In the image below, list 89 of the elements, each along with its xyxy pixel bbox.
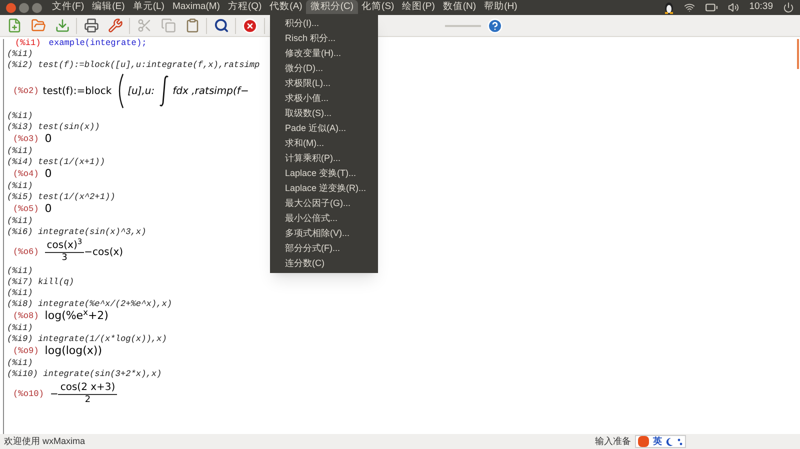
minimize-window-button[interactable] — [19, 2, 29, 12]
output-math: log(%e$^{x}$+2) — [44, 308, 108, 324]
menu-item[interactable]: Maxima(M) — [168, 0, 224, 15]
s-logo-icon[interactable] — [638, 436, 649, 447]
menu-option[interactable]: 求极小值... — [270, 91, 378, 106]
menu-item[interactable]: 数值(N) — [438, 0, 480, 15]
input-line: (%i1) — [7, 48, 33, 60]
menu-option[interactable]: 求和(M)... — [270, 136, 378, 151]
menu-item[interactable]: 帮助(H) — [480, 0, 522, 15]
moon-icon[interactable] — [666, 438, 673, 446]
output-math: log(log(x)) — [44, 343, 102, 360]
scrollbar[interactable] — [797, 39, 799, 69]
input-line: (%i10) integrate(sin(3+2*x),x) — [7, 368, 162, 381]
clock[interactable]: 10:39 — [749, 0, 773, 15]
input-line: (%i4) test(1/(x+1)) — [7, 156, 105, 168]
wifi-icon[interactable] — [684, 2, 696, 13]
menu-option[interactable]: Laplace 逆变换(R)... — [270, 181, 378, 196]
fraction-denominator: 3 — [62, 253, 68, 264]
maximize-window-button[interactable] — [32, 2, 42, 12]
close-window-button[interactable] — [6, 2, 16, 12]
menu-option[interactable]: 积分(I)... — [270, 16, 378, 31]
output-label: (%o2) — [13, 84, 39, 98]
input-line: (%i1) — [7, 180, 33, 192]
input-line: (%i1) — [7, 287, 33, 300]
menu-item[interactable]: 绘图(P) — [398, 0, 439, 15]
menu-option[interactable]: Risch 积分... — [270, 31, 378, 46]
menu-item[interactable]: 方程(Q) — [224, 0, 266, 15]
menu-item[interactable]: 微积分(C) — [306, 0, 358, 15]
ime-language[interactable]: 英 — [653, 434, 662, 448]
input-line: (%i1) — [7, 357, 33, 370]
menu-option[interactable]: 最大公因子(G)... — [270, 196, 378, 211]
menu-item[interactable]: 编辑(E) — [88, 0, 129, 15]
output-label: (%o9) — [13, 345, 39, 358]
fraction-numerator: cos(2 x+3) — [58, 382, 118, 395]
power-icon[interactable] — [783, 2, 794, 13]
menu-option[interactable]: 微分(D)... — [270, 61, 378, 76]
input-line: (%i7) kill(q) — [7, 276, 74, 288]
menu-option[interactable]: 修改变量(H)... — [270, 46, 378, 61]
output-math: 0 — [44, 201, 52, 218]
penguin-icon[interactable] — [664, 2, 674, 14]
output-label: (%o5) — [13, 203, 39, 216]
integral-sign-icon — [158, 75, 169, 107]
menu-option[interactable]: 最小公倍式... — [270, 211, 378, 226]
fraction-denominator: 2 — [84, 395, 91, 406]
menu-option[interactable]: 多项式相除(V)... — [270, 226, 378, 241]
output-label: (%o8) — [13, 310, 39, 323]
input-line: (%i6) integrate(sin(x)^3,x) — [7, 226, 146, 238]
stop-button[interactable] — [240, 16, 260, 36]
output-math: 0 — [44, 131, 52, 148]
menu-item[interactable]: 化简(S) — [358, 0, 398, 15]
input-line: (%i1) — [7, 110, 33, 122]
output-math: test(f):=block — [42, 84, 112, 98]
output-label: (%o10) — [13, 388, 44, 400]
input-line: (%i1) — [7, 215, 33, 228]
input-line: (%i1) — [7, 322, 33, 334]
battery-icon[interactable] — [705, 1, 718, 14]
output-label: (%o6) — [13, 246, 39, 258]
menu-option[interactable]: 连分数(C) — [270, 256, 378, 271]
input-line: (%i2) test(f):=block([u],u:integrate(f,x),ratsimp — [7, 59, 260, 72]
menu-option[interactable]: 部分分式(F)... — [270, 241, 378, 256]
menu-item[interactable]: 单元(L) — [128, 0, 168, 15]
input-code[interactable]: example(integrate); — [48, 37, 147, 50]
input-label: (%i1) — [15, 37, 41, 50]
input-line: (%i8) integrate(%e^x/(2+%e^x),x) — [7, 298, 172, 310]
menu-item[interactable]: 代数(A) — [266, 0, 306, 15]
output-label: (%o3) — [13, 133, 39, 146]
menu-option[interactable]: 取级数(S)... — [270, 106, 378, 121]
menu-option[interactable]: Pade 近似(A)... — [270, 121, 378, 136]
status-message: 欢迎使用 wxMaxima — [4, 434, 86, 448]
input-line: (%i5) test(1/(x^2+1)) — [7, 191, 116, 204]
menu-item[interactable]: 文件(F) — [48, 0, 88, 15]
menu-option[interactable]: 求极限(L)... — [270, 76, 378, 91]
minus-sign: − — [50, 388, 58, 402]
menu-option[interactable]: 计算乘积(P)... — [270, 151, 378, 166]
punctuation-icon[interactable] — [677, 438, 683, 446]
volume-icon[interactable] — [728, 2, 740, 13]
output-math: [u],u: — [128, 84, 155, 98]
input-line: (%i9) integrate(1/(x*log(x)),x) — [7, 333, 167, 346]
input-line: (%i1) — [7, 265, 33, 278]
output-math: 0 — [44, 166, 52, 182]
fraction-numerator: cos(x)$^{3}$ — [44, 240, 84, 253]
ime-status: 输入准备 — [595, 434, 631, 448]
output-math: fdx ,ratsimp(f− — [172, 84, 249, 98]
menu-option[interactable]: Laplace 变换(T)... — [270, 166, 378, 181]
input-line: (%i1) — [7, 145, 33, 158]
output-math: −cos(x) — [84, 246, 124, 260]
output-label: (%o4) — [13, 168, 39, 181]
input-line: (%i3) test(sin(x)) — [7, 121, 100, 134]
help-button[interactable] — [485, 16, 505, 36]
